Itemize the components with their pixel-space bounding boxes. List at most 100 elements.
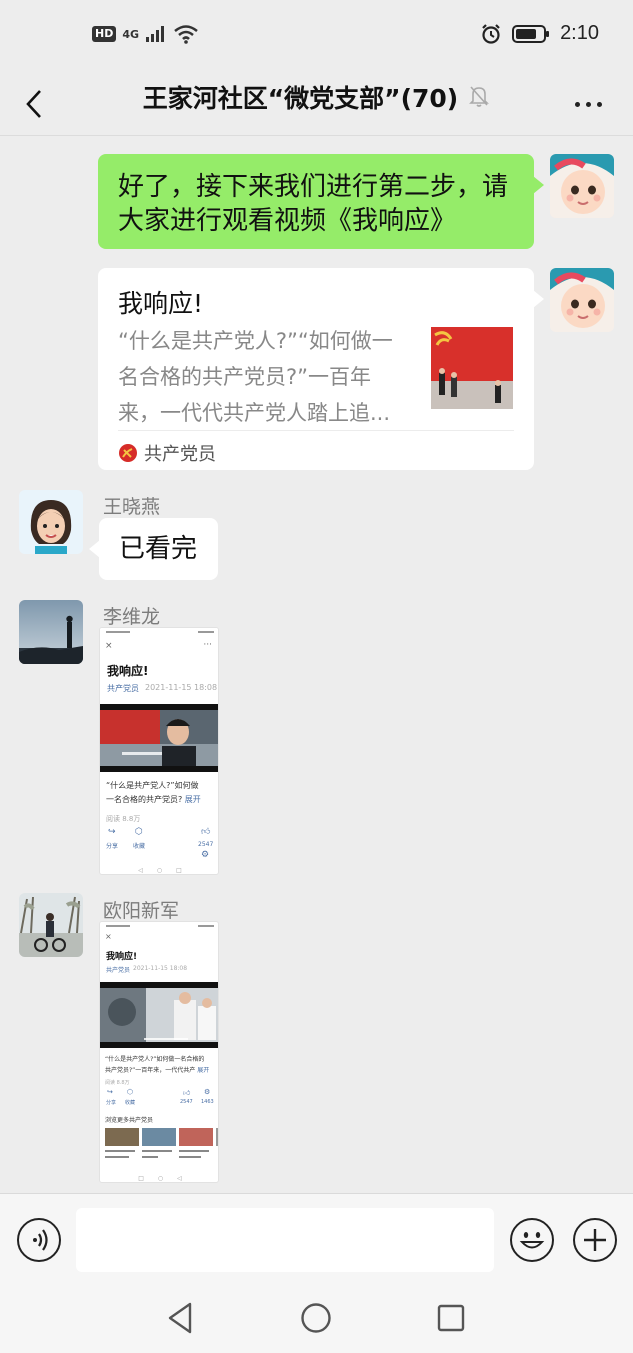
signal-icon <box>146 26 165 42</box>
sender-name: 李维龙 <box>103 606 161 628</box>
link-card-desc-line: 来，一代代共产党人踏上追... <box>118 401 391 425</box>
mini-more-header: 浏览更多共产党员 <box>105 1117 154 1124</box>
system-navigation-bar <box>0 1285 633 1353</box>
image-message-screenshot[interactable]: × 我响应! 共产党员 2021-11-15 18:08 “什么是共产党人?”如… <box>99 921 219 1183</box>
more-dot <box>585 101 591 107</box>
mini-caption-line: 一名合格的共产党员? 展开 <box>106 794 201 805</box>
bell-off-icon <box>468 83 490 117</box>
mini-video-frame <box>100 982 218 1048</box>
mini-like-icon: 👍︎ <box>201 827 211 837</box>
mini-date: 2021-11-15 18:08 <box>133 965 188 972</box>
message-text: 已看完 <box>119 534 198 564</box>
avatar-self[interactable] <box>550 268 614 332</box>
mini-favorite-icon: ⬡ <box>127 1088 134 1096</box>
hd-badge: HD <box>92 26 117 42</box>
baby-avatar-image <box>550 154 614 218</box>
mini-share: 分享 <box>106 843 119 850</box>
cartoon-avatar-image <box>19 490 83 554</box>
mini-status-bar <box>100 628 218 636</box>
message-input[interactable] <box>76 1208 494 1272</box>
avatar-ouyang-xinjun[interactable] <box>19 893 83 957</box>
link-card[interactable]: 我响应! “什么是共产党人?”“如何做一 名合格的共产党员?”一百年 来，一代代… <box>98 268 544 470</box>
mini-likes: 2547 <box>198 841 214 848</box>
chat-title-wrap[interactable]: 王家河社区“微党支部”(70) <box>0 82 633 117</box>
mini-close-icon: × <box>105 932 112 941</box>
mini-likes: 2547 <box>180 1099 193 1105</box>
message-bubble-incoming[interactable]: 已看完 <box>89 518 218 580</box>
mini-video-frame <box>100 704 218 772</box>
clock: 2:10 <box>560 22 599 44</box>
avatar-self[interactable] <box>550 154 614 218</box>
link-card-desc-line: 名合格的共产党员?”一百年 <box>118 365 372 389</box>
sender-name: 欧阳新军 <box>103 900 180 922</box>
emoji-button[interactable] <box>510 1218 554 1262</box>
nav-back-icon[interactable] <box>166 1301 196 1335</box>
nav-recents-icon[interactable] <box>436 1303 466 1333</box>
link-card-divider <box>118 430 514 431</box>
chat-title: 王家河社区“微党支部”(70) <box>142 84 459 113</box>
wifi-icon <box>174 25 198 44</box>
mini-nav-bar: □ ○ ◁ <box>138 1174 182 1182</box>
mini-title: 我响应! <box>106 952 138 962</box>
mini-close-icon: × <box>105 641 113 651</box>
mini-status-bar <box>100 922 218 930</box>
battery-icon <box>512 24 550 43</box>
mini-favorite: 收藏 <box>133 843 146 850</box>
network-type: 4G <box>122 27 140 41</box>
mini-settings-icon: ⚙ <box>201 850 210 860</box>
mini-favorite: 收藏 <box>125 1100 136 1106</box>
mini-like-icon: 👍︎ <box>183 1089 191 1097</box>
mini-title: 我响应! <box>107 664 149 678</box>
alarm-icon <box>482 23 500 44</box>
voice-button[interactable] <box>17 1218 61 1262</box>
mini-caption-line: “什么是共产党人?”如何做 <box>106 781 199 790</box>
more-dot <box>596 101 602 107</box>
plus-button[interactable] <box>573 1218 617 1262</box>
party-emblem-icon <box>119 444 137 462</box>
cyclist-avatar-image <box>19 893 83 957</box>
mini-reads: 阅读 8.8万 <box>106 815 141 823</box>
link-card-desc-line: “什么是共产党人?”“如何做一 <box>118 329 393 353</box>
mini-nav-bar: ◁ ○ □ <box>138 866 182 874</box>
mini-caption-text: 共产党员?”一百年来，一代代共产 <box>105 1067 196 1074</box>
mini-settings-icon: ⚙ <box>204 1088 211 1096</box>
mini-reads: 阅读 8.8万 <box>105 1080 130 1086</box>
landscape-avatar-image <box>19 600 83 664</box>
chat-header: 王家河社区“微党支部”(70) <box>0 72 633 136</box>
link-card-description: “什么是共产党人?”“如何做一 名合格的共产党员?”一百年 来，一代代共产党人踏… <box>118 323 414 431</box>
image-message-screenshot[interactable]: × ··· 我响应! 共产党员 2021-11-15 18:08 “什么是共产党… <box>99 627 219 875</box>
link-card-thumbnail <box>431 327 513 409</box>
status-bar: HD 4G 2:10 <box>0 0 633 72</box>
link-card-source-name: 共产党员 <box>144 444 216 465</box>
avatar-li-weilong[interactable] <box>19 600 83 664</box>
emoji-icon <box>519 1232 545 1249</box>
status-left: HD 4G <box>92 24 199 44</box>
avatar-wang-xiaoyan[interactable] <box>19 490 83 554</box>
message-text-line: 好了，接下来我们进行第二步，请 <box>118 172 509 202</box>
baby-avatar-image <box>550 268 614 332</box>
more-button[interactable] <box>571 90 605 118</box>
mini-expand: 展开 <box>197 1067 210 1074</box>
mini-share-icon: ↪ <box>107 1088 113 1096</box>
message-text-line: 大家进行观看视频《我响应》 <box>118 206 457 236</box>
voice-icon <box>33 1229 48 1251</box>
mini-more-icon: ··· <box>203 640 212 650</box>
mini-caption-text: 一名合格的共产党员? <box>106 795 183 804</box>
mini-caption-line: 共产党员?”一百年来，一代代共产 展开 <box>105 1065 209 1074</box>
sender-name: 王晓燕 <box>103 496 161 518</box>
plus-icon <box>584 1229 606 1251</box>
message-bubble-outgoing[interactable]: 好了，接下来我们进行第二步，请 大家进行观看视频《我响应》 <box>98 154 544 249</box>
mini-count: 1463 <box>201 1099 214 1105</box>
mini-source: 共产党员 <box>107 684 139 693</box>
link-card-title: 我响应! <box>118 289 204 318</box>
status-right: 2:10 <box>480 22 599 45</box>
link-card-source: 共产党员 <box>118 440 216 466</box>
mini-related-thumbs <box>105 1128 218 1166</box>
mini-date: 2021-11-15 18:08 <box>145 683 218 692</box>
more-dots-icon <box>574 101 580 107</box>
mini-share: 分享 <box>106 1100 117 1106</box>
mini-share-icon: ↪ <box>108 827 116 837</box>
chat-input-bar <box>0 1193 633 1285</box>
mini-caption-line: “什么是共产党人?”如何做一名合格的 <box>105 1056 205 1063</box>
nav-home-icon[interactable] <box>300 1302 332 1334</box>
